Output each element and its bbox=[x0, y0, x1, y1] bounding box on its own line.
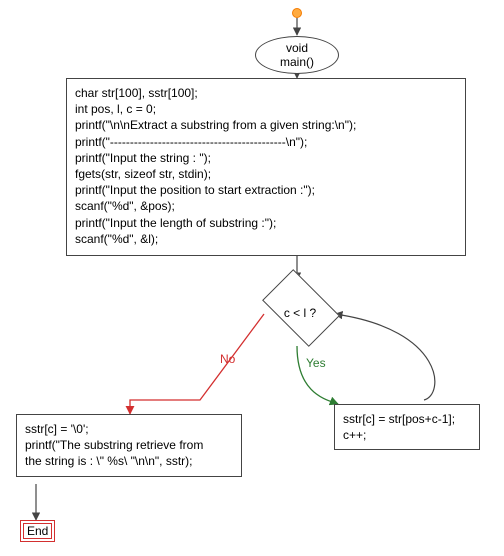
end-label: End bbox=[27, 524, 48, 538]
init-process: char str[100], sstr[100]; int pos, l, c … bbox=[66, 78, 466, 256]
edge-no-label: No bbox=[220, 352, 235, 366]
edge-yes-label: Yes bbox=[306, 356, 326, 370]
end-terminator: End bbox=[20, 520, 55, 542]
main-label: void main() bbox=[280, 41, 314, 69]
after-loop-process: sstr[c] = '\0'; printf("The substring re… bbox=[16, 414, 242, 477]
after-loop-text: sstr[c] = '\0'; printf("The substring re… bbox=[25, 422, 203, 468]
loop-body-text: sstr[c] = str[pos+c-1]; c++; bbox=[343, 412, 455, 442]
loop-body-process: sstr[c] = str[pos+c-1]; c++; bbox=[334, 404, 480, 450]
main-terminator: void main() bbox=[255, 36, 339, 74]
start-node bbox=[292, 8, 302, 18]
init-text: char str[100], sstr[100]; int pos, l, c … bbox=[75, 86, 356, 246]
condition-label: c < l ? bbox=[270, 306, 330, 320]
